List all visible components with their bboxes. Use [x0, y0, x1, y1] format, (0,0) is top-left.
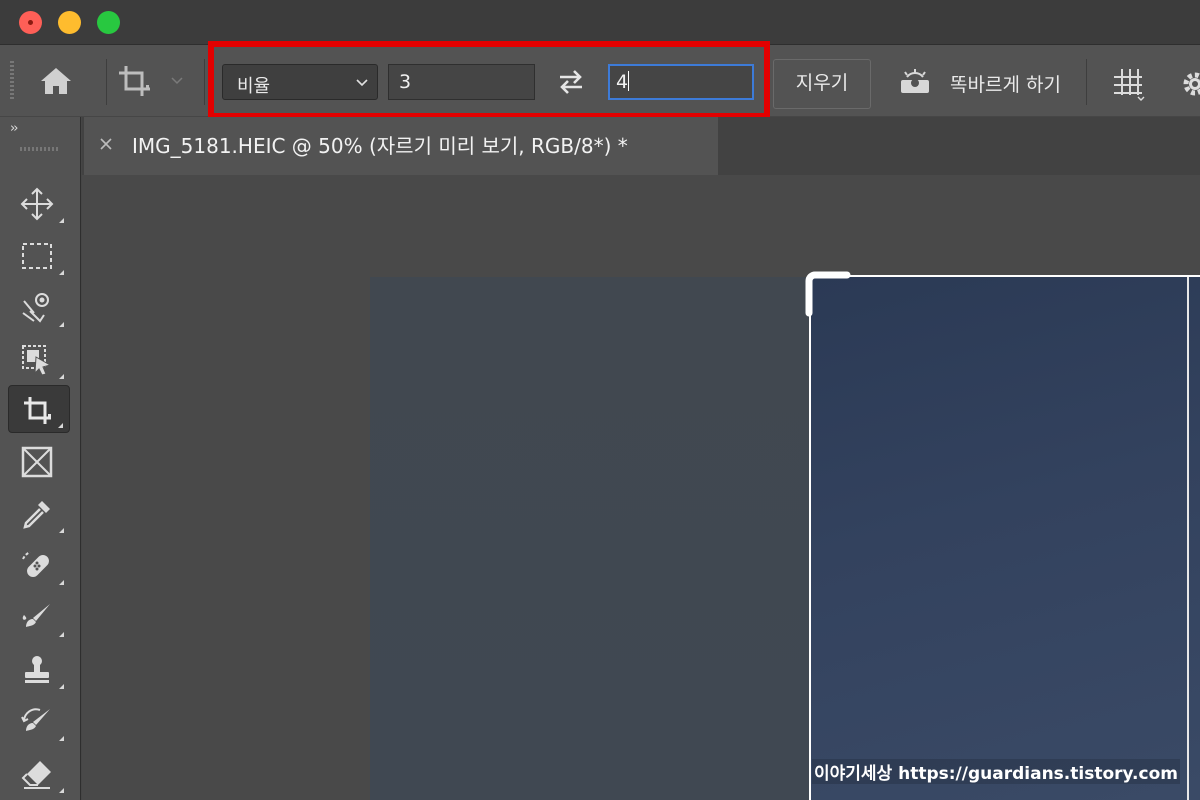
straighten-button[interactable] — [898, 68, 932, 96]
document-tab[interactable]: IMG_5181.HEIC @ 50% (자르기 미리 보기, RGB/8*) … — [84, 117, 718, 175]
history-brush-tool[interactable] — [8, 697, 70, 745]
ratio-select-value: 비율 — [237, 76, 271, 97]
move-tool[interactable] — [8, 179, 70, 227]
stamp-icon — [25, 656, 49, 683]
grid-overlay-icon[interactable] — [1112, 67, 1146, 101]
eraser-icon — [21, 761, 51, 789]
tool-preset-picker[interactable] — [116, 63, 156, 99]
marquee-tool[interactable] — [8, 231, 70, 279]
chevron-down-icon — [356, 79, 368, 87]
ratio-height-input[interactable]: 4 — [608, 64, 754, 100]
ratio-width-value: 3 — [399, 71, 412, 93]
watermark: 이야기세상 https://guardians.tistory.com — [812, 759, 1180, 784]
chevron-down-icon[interactable] — [170, 73, 184, 87]
object-selection-tool[interactable] — [8, 283, 70, 331]
level-icon — [901, 69, 929, 93]
options-bar: 비율 3 4 지우기 똑바르게 하기 — [0, 41, 1200, 119]
separator — [106, 59, 107, 105]
clone-stamp-tool[interactable] — [8, 645, 70, 693]
crop-guide-line — [1187, 277, 1189, 800]
swap-dimensions-button[interactable] — [556, 67, 586, 97]
window-close-button[interactable] — [19, 11, 42, 34]
ratio-width-input[interactable]: 3 — [388, 64, 535, 100]
tools-panel: ›› — [0, 117, 81, 800]
frame-tool[interactable] — [8, 437, 70, 485]
swap-arrows-icon — [560, 70, 582, 94]
brush-tool[interactable] — [8, 593, 70, 641]
canvas-area[interactable]: 이야기세상 https://guardians.tistory.com — [82, 175, 1200, 800]
home-icon — [41, 68, 71, 94]
options-bar-grip[interactable] — [10, 61, 14, 101]
title-bar — [0, 0, 1200, 44]
object-select-tool[interactable] — [8, 335, 70, 383]
ratio-select[interactable]: 비율 — [222, 64, 378, 100]
eyedropper-icon — [23, 501, 50, 529]
eyedropper-tool[interactable] — [8, 489, 70, 537]
document-tab-title: IMG_5181.HEIC @ 50% (자르기 미리 보기, RGB/8*) … — [132, 134, 628, 158]
ratio-height-value: 4 — [616, 71, 629, 93]
bandage-icon — [22, 551, 49, 577]
brush-icon — [22, 604, 50, 627]
lasso-icon — [22, 293, 49, 323]
move-icon — [20, 187, 54, 221]
separator — [1086, 59, 1087, 105]
crop-icon — [119, 66, 150, 96]
document-tab-bar: IMG_5181.HEIC @ 50% (자르기 미리 보기, RGB/8*) … — [82, 117, 1200, 175]
home-button[interactable] — [38, 65, 74, 97]
frame-icon — [21, 446, 53, 478]
close-icon[interactable] — [98, 136, 114, 152]
crop-icon — [24, 397, 51, 424]
crop-corner-handle[interactable] — [805, 271, 851, 317]
text-caret — [628, 71, 630, 91]
healing-brush-tool[interactable] — [8, 541, 70, 589]
eraser-tool[interactable] — [8, 749, 70, 797]
history-brush-icon — [21, 708, 50, 731]
window-maximize-button[interactable] — [97, 11, 120, 34]
object-select-icon — [22, 345, 52, 376]
window-minimize-button[interactable] — [58, 11, 81, 34]
separator — [204, 59, 205, 105]
crop-tool[interactable] — [8, 385, 70, 433]
tools-panel-grip[interactable] — [20, 147, 58, 151]
crop-region[interactable] — [809, 275, 1200, 800]
clear-button[interactable]: 지우기 — [773, 59, 871, 109]
marquee-icon — [22, 243, 52, 269]
straighten-label[interactable]: 똑바르게 하기 — [950, 70, 1061, 97]
gear-icon[interactable] — [1180, 69, 1200, 99]
collapse-panel-button[interactable]: ›› — [10, 121, 19, 136]
